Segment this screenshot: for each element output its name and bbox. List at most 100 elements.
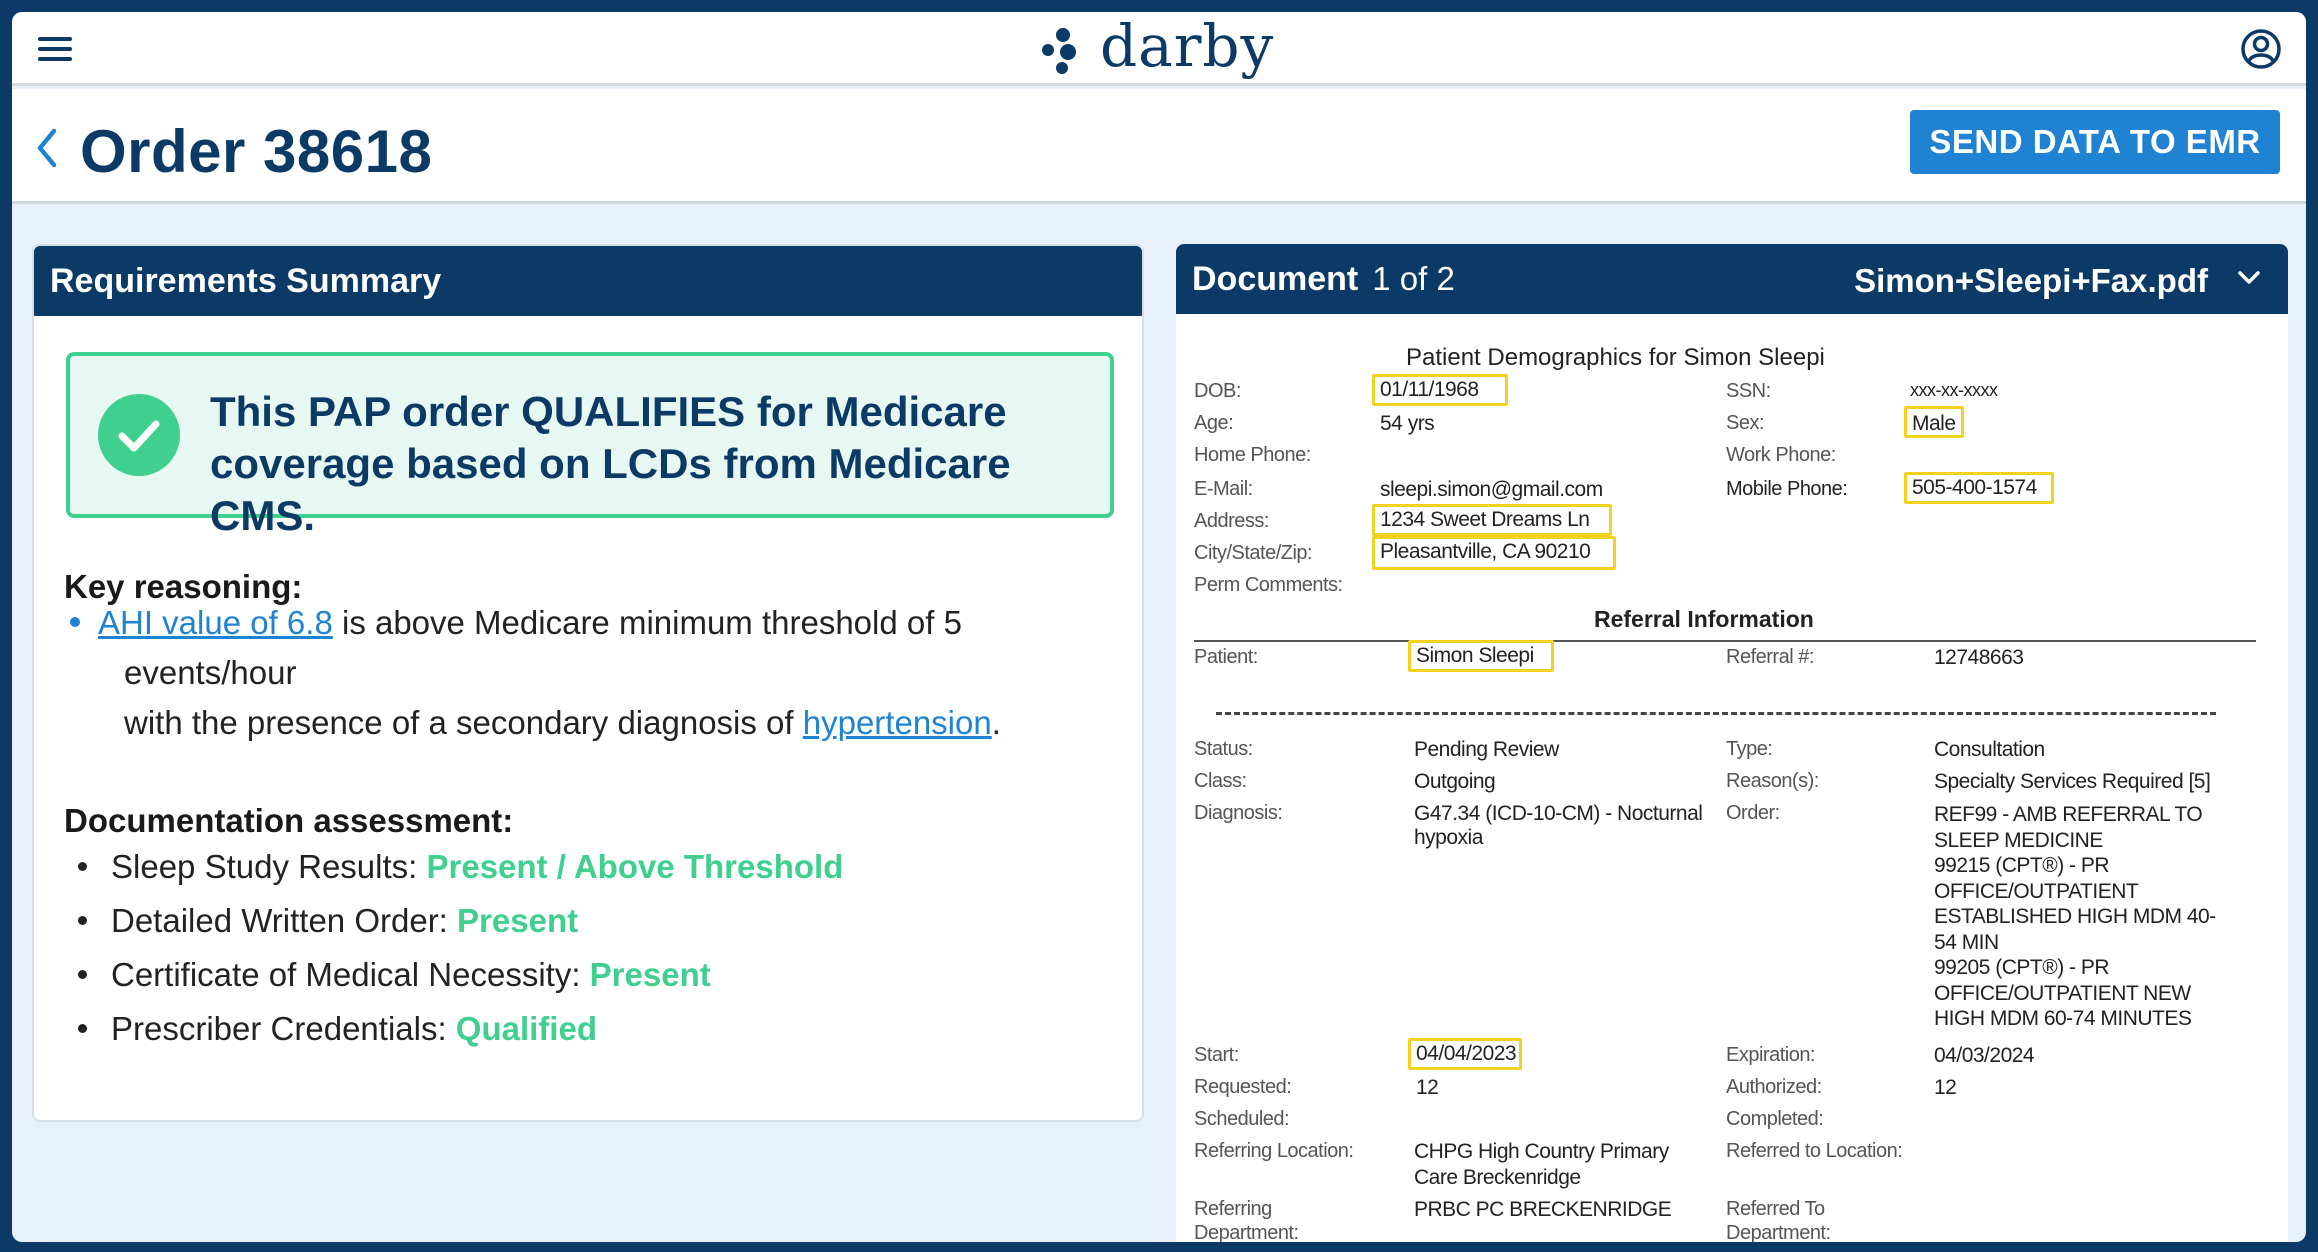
city-state-zip-value: Pleasantville, CA 90210 [1380, 540, 1591, 563]
document-title: Document [1192, 259, 1359, 298]
perm-comments-label: Perm Comments: [1194, 574, 1343, 596]
checkmark-icon [98, 394, 180, 476]
ssn-label: SSN: [1726, 380, 1771, 402]
chevron-down-icon[interactable] [2234, 266, 2264, 290]
reason-text-3: with the presence of a secondary diagnos… [124, 704, 803, 741]
darby-logo: darby [1042, 14, 1274, 84]
order-line: 54 MIN [1934, 930, 1999, 954]
home-phone-label: Home Phone: [1194, 444, 1311, 466]
scheduled-label: Scheduled: [1194, 1108, 1290, 1130]
class-label: Class: [1194, 770, 1247, 792]
order-line: ESTABLISHED HIGH MDM 40- [1934, 905, 2216, 928]
doc-item-cmn: Certificate of Medical Necessity: Presen… [78, 948, 843, 1002]
ahi-value-link[interactable]: AHI value of 6.8 [98, 604, 333, 641]
bullet-icon [70, 617, 80, 628]
menu-icon[interactable] [36, 30, 76, 68]
page-indicator: 1 of 2 [1372, 260, 1455, 297]
doc-label: Certificate of Medical Necessity: [111, 956, 590, 993]
diagnosis-label: Diagnosis: [1194, 802, 1283, 824]
diagnosis-line-2: hypoxia [1414, 826, 1483, 849]
qualification-line-1: This PAP order QUALIFIES for Medicare [210, 388, 1007, 435]
doc-item-written-order: Detailed Written Order: Present [78, 894, 843, 948]
documentation-list: Sleep Study Results: Present / Above Thr… [78, 840, 843, 1056]
send-data-to-emr-button[interactable]: SEND DATA TO EMR [1910, 110, 2280, 174]
dob-label: DOB: [1194, 380, 1241, 402]
order-line: 99215 (CPT®) - PR [1934, 854, 2110, 877]
patient-value: Simon Sleepi [1416, 644, 1534, 667]
ssn-value: xxx-xx-xxxx [1910, 380, 1998, 400]
order-line: OFFICE/OUTPATIENT [1934, 879, 2139, 903]
referring-department-label-2: Department: [1194, 1222, 1299, 1242]
hypertension-link[interactable]: hypertension [803, 704, 992, 741]
referral-number-label: Referral #: [1726, 646, 1814, 668]
requested-label: Requested: [1194, 1076, 1292, 1098]
doc-item-sleep-study: Sleep Study Results: Present / Above Thr… [78, 840, 843, 894]
mobile-value: 505-400-1574 [1912, 476, 2037, 499]
reasons-value: Specialty Services Required [5] [1934, 770, 2211, 793]
start-label: Start: [1194, 1044, 1239, 1066]
address-label: Address: [1194, 510, 1269, 532]
status-label: Status: [1194, 738, 1253, 760]
reason-end: . [991, 704, 1001, 741]
account-icon[interactable] [2240, 28, 2282, 70]
reason-text-2: events/hour [124, 654, 297, 691]
divider [1194, 640, 2256, 642]
back-chevron-icon[interactable] [32, 127, 62, 169]
status-value: Pending Review [1414, 738, 1559, 761]
doc-status: Present [457, 902, 579, 939]
dob-value: 01/11/1968 [1380, 378, 1479, 401]
key-reasoning-item: AHI value of 6.8 is above Medicare minim… [70, 598, 1001, 748]
referring-location-label: Referring Location: [1194, 1140, 1354, 1162]
reason-text-1: is above Medicare minimum threshold of 5 [332, 604, 962, 641]
requirements-summary-panel: Requirements Summary This PAP order QUAL… [32, 244, 1144, 1122]
requested-value: 12 [1416, 1076, 1439, 1099]
order-line: HIGH MDM 60-74 MINUTES [1934, 1007, 2192, 1030]
page-title: Order 38618 [80, 118, 433, 185]
mobile-phone-label: Mobile Phone: [1726, 478, 1848, 500]
expiration-label: Expiration: [1726, 1044, 1816, 1066]
app-window: darby Order 38618 SEND DATA TO EMR Requi… [12, 12, 2306, 1242]
authorized-label: Authorized: [1726, 1076, 1822, 1098]
doc-status: Qualified [455, 1010, 597, 1047]
logo-text: darby [1100, 12, 1275, 80]
referral-information-title: Referral Information [1594, 606, 1814, 632]
order-line: SLEEP MEDICINE [1934, 828, 2103, 852]
referred-to-department-label-2: Department: [1726, 1222, 1831, 1242]
referral-number-value: 12748663 [1934, 646, 2024, 669]
document-panel: Document 1 of 2 Simon+Sleepi+Fax.pdf Pat… [1176, 244, 2288, 1242]
document-page[interactable]: Patient Demographics for Simon Sleepi DO… [1176, 314, 2288, 1242]
email-label: E-Mail: [1194, 478, 1253, 500]
age-value: 54 yrs [1380, 412, 1435, 435]
top-bar: darby [12, 12, 2306, 86]
demographics-title: Patient Demographics for Simon Sleepi [1406, 344, 1825, 371]
document-header: Document 1 of 2 Simon+Sleepi+Fax.pdf [1176, 244, 2288, 314]
order-label: Order: [1726, 802, 1780, 824]
order-line: 99205 (CPT®) - PR [1934, 956, 2110, 979]
patient-label: Patient: [1194, 646, 1258, 668]
documentation-assessment-heading: Documentation assessment: [64, 802, 514, 839]
class-value: Outgoing [1414, 770, 1496, 793]
reasons-label: Reason(s): [1726, 770, 1819, 792]
referred-to-location-label: Referred to Location: [1726, 1140, 1903, 1162]
type-value: Consultation [1934, 738, 2045, 761]
qualification-line-2: coverage based on LCDs from Medicare CMS… [210, 440, 1011, 539]
dashed-divider [1216, 712, 2216, 715]
email-value: sleepi.simon@gmail.com [1380, 478, 1603, 501]
doc-status: Present / Above Threshold [426, 848, 844, 885]
address-value: 1234 Sweet Dreams Ln [1380, 508, 1590, 531]
referring-location-line-2: Care Breckenridge [1414, 1166, 1581, 1189]
authorized-value: 12 [1934, 1076, 1957, 1099]
doc-label: Detailed Written Order: [111, 902, 458, 939]
doc-label: Prescriber Credentials: [111, 1010, 456, 1047]
age-label: Age: [1194, 412, 1234, 434]
referred-to-department-label-1: Referred To [1726, 1198, 1825, 1220]
order-line: REF99 - AMB REFERRAL TO [1934, 803, 2203, 826]
completed-label: Completed: [1726, 1108, 1824, 1130]
sex-label: Sex: [1726, 412, 1765, 434]
app-frame: darby Order 38618 SEND DATA TO EMR Requi… [0, 0, 2318, 1252]
document-filename-select[interactable]: Simon+Sleepi+Fax.pdf [1854, 262, 2208, 300]
order-line: OFFICE/OUTPATIENT NEW [1934, 981, 2191, 1005]
qualification-banner: This PAP order QUALIFIES for Medicare co… [66, 352, 1114, 539]
qualification-text: This PAP order QUALIFIES for Medicare co… [210, 386, 1110, 542]
work-phone-label: Work Phone: [1726, 444, 1836, 466]
